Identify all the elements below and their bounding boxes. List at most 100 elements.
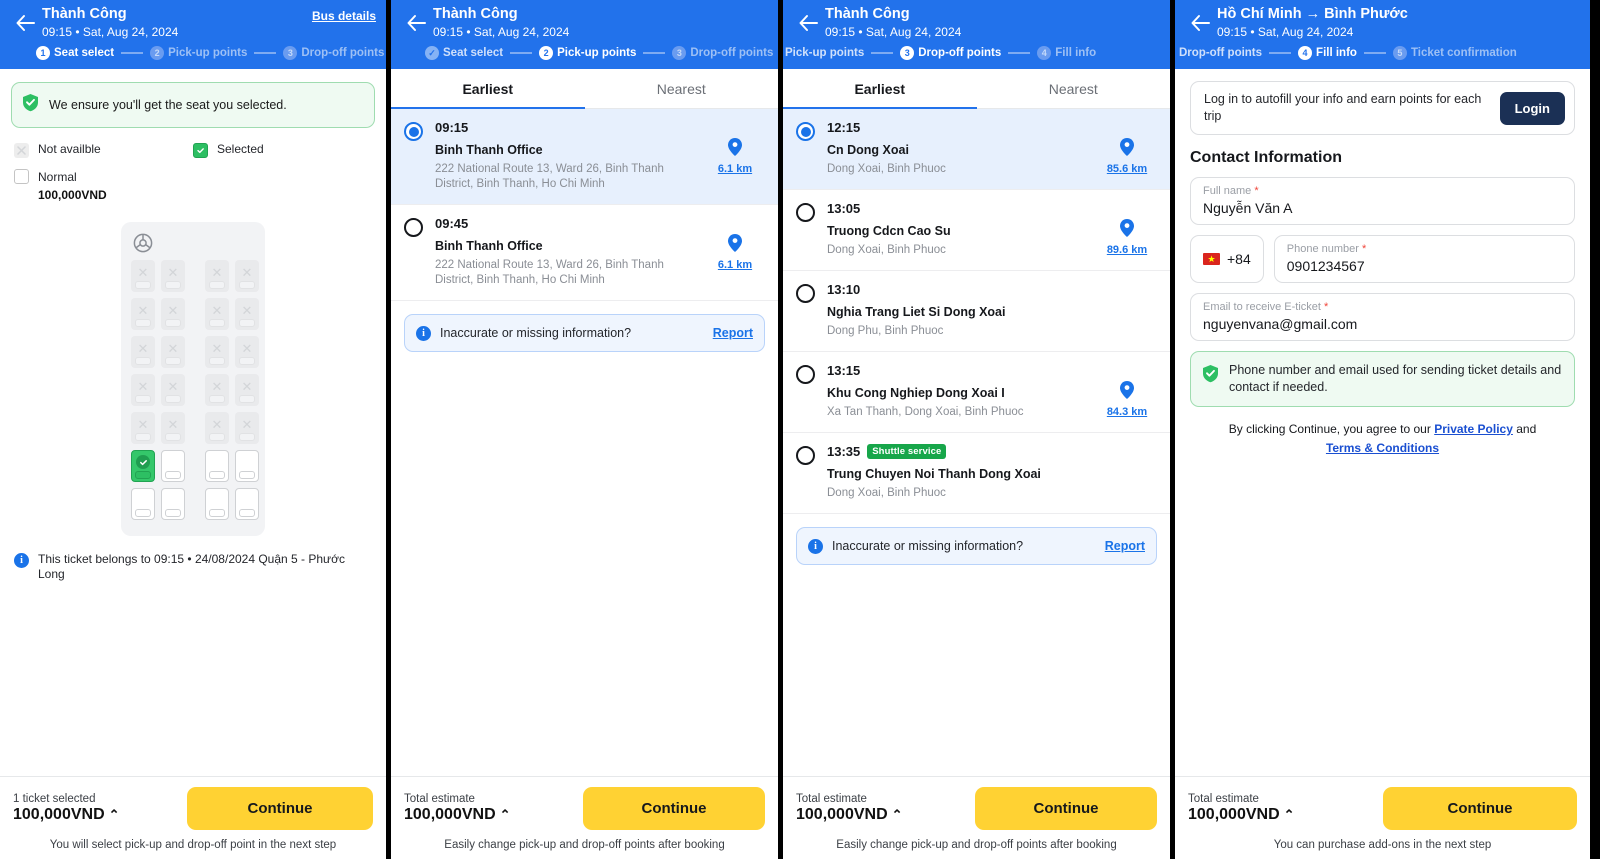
point-option[interactable]: 13:15 Khu Cong Nghiep Dong Xoai I Xa Tan T… [783, 352, 1170, 433]
point-option[interactable]: 09:45 Binh Thanh Office 222 National Route… [391, 205, 778, 301]
tab-nearest[interactable]: Nearest [977, 69, 1171, 108]
step-fill-info[interactable]: 4 Fill info [1298, 46, 1357, 60]
seat-selected[interactable] [131, 450, 155, 482]
point-option[interactable]: 13:35 Shuttle service Trung Chuyen Noi Tha… [783, 433, 1170, 514]
bus-details-link[interactable]: Bus details [312, 9, 376, 23]
info-icon: i [416, 326, 431, 341]
step-dropoff-points[interactable]: 3 Drop-off points [283, 46, 384, 60]
terms-prefix: By clicking Continue, you agree to our [1228, 422, 1435, 436]
distance-value[interactable]: 84.3 km [1107, 406, 1147, 418]
radio-selected[interactable] [796, 122, 815, 141]
seat-unavailable: ✕ [235, 260, 259, 292]
point-option[interactable]: 12:15 Cn Dong Xoai Dong Xoai, Binh Phuoc 85… [783, 109, 1170, 190]
private-policy-link[interactable]: Private Policy [1434, 422, 1513, 436]
step-dropoff-points[interactable]: ✓ Drop-off points [1175, 46, 1262, 60]
seat-available[interactable] [131, 488, 155, 520]
step-dropoff-points[interactable]: 3 Drop-off points [672, 46, 773, 60]
header-fill-info: Hồ Chí Minh → Bình Phước 09:15 • Sat, Au… [1175, 0, 1590, 69]
chevron-up-icon[interactable]: ⌃ [892, 807, 903, 823]
steering-wheel-row [131, 230, 255, 260]
back-arrow-icon[interactable] [10, 8, 40, 38]
seat-cushion [135, 471, 151, 479]
point-distance[interactable]: 85.6 km [1097, 120, 1157, 175]
report-link[interactable]: Report [713, 326, 753, 340]
point-distance[interactable]: 84.3 km [1097, 363, 1157, 418]
continue-button[interactable]: Continue [583, 787, 765, 830]
back-arrow-icon[interactable] [793, 8, 823, 38]
distance-value[interactable]: 85.6 km [1107, 163, 1147, 175]
back-arrow-icon[interactable] [401, 8, 431, 38]
step-dropoff-points[interactable]: 3 Drop-off points [900, 46, 1001, 60]
seat-available[interactable] [161, 450, 185, 482]
distance-value[interactable]: 6.1 km [718, 259, 752, 271]
step-fill-info[interactable]: 4 Fill info [1037, 46, 1096, 60]
price-summary[interactable]: Total estimate 100,000VND ⌃ [1188, 793, 1383, 824]
radio-unselected[interactable] [796, 203, 815, 222]
email-field[interactable]: Email to receive E-ticket * nguyenvana@g… [1190, 293, 1575, 341]
point-distance[interactable]: 6.1 km [705, 120, 765, 175]
step-pickup-points[interactable]: 2 Pick-up points [150, 46, 247, 60]
step-label: Pick-up points [168, 47, 248, 59]
tab-earliest[interactable]: Earliest [783, 69, 977, 109]
step-seat-select[interactable]: 1 Seat select [36, 46, 114, 60]
aisle-gap [191, 336, 205, 368]
radio-unselected[interactable] [796, 446, 815, 465]
point-address: 222 National Route 13, Ward 26, Binh Tha… [435, 259, 664, 286]
step-pickup-points[interactable]: 2 Pick-up points [539, 46, 636, 60]
trip-datetime: 09:15 • Sat, Aug 24, 2024 [433, 25, 570, 39]
chevron-up-icon[interactable]: ⌃ [500, 807, 511, 823]
seat-available[interactable] [205, 450, 229, 482]
terms-conditions-link[interactable]: Terms & Conditions [1326, 441, 1439, 455]
step-label: Drop-off points [918, 47, 1002, 59]
point-distance[interactable] [1097, 444, 1157, 462]
continue-button[interactable]: Continue [187, 787, 373, 830]
seat-available[interactable] [205, 488, 229, 520]
chevron-up-icon[interactable]: ⌃ [109, 807, 120, 823]
contact-information-title: Contact Information [1190, 149, 1342, 166]
map-pin-icon [1120, 138, 1134, 161]
point-distance[interactable]: 89.6 km [1097, 201, 1157, 256]
seat-cushion [239, 509, 255, 517]
report-link[interactable]: Report [1105, 539, 1145, 553]
chevron-up-icon[interactable]: ⌃ [1284, 807, 1295, 823]
distance-value[interactable]: 6.1 km [718, 163, 752, 175]
point-option[interactable]: 13:10 Nghia Trang Liet Si Dong Xoai Dong P… [783, 271, 1170, 352]
distance-value[interactable]: 89.6 km [1107, 244, 1147, 256]
tab-nearest[interactable]: Nearest [585, 69, 779, 108]
point-details: 09:45 Binh Thanh Office 222 National Route… [435, 216, 705, 288]
info-icon: i [808, 539, 823, 554]
radio-selected[interactable] [404, 122, 423, 141]
country-code-selector[interactable]: ★ +84 [1190, 235, 1264, 283]
continue-button[interactable]: Continue [975, 787, 1157, 830]
report-text: Inaccurate or missing information? [440, 326, 632, 340]
price-summary[interactable]: Total estimate 100,000VND ⌃ [796, 793, 975, 824]
seat-available[interactable] [235, 450, 259, 482]
point-distance[interactable]: 6.1 km [705, 216, 765, 271]
total-price-value: 100,000VND [796, 806, 888, 823]
phone-number-field[interactable]: Phone number * 0901234567 [1273, 235, 1575, 283]
point-option[interactable]: 13:05 Truong Cdcn Cao Su Dong Xoai, Binh P… [783, 190, 1170, 271]
seat-available[interactable] [161, 488, 185, 520]
radio-unselected[interactable] [404, 218, 423, 237]
step-seat-select[interactable]: ✓ Seat select [425, 46, 503, 60]
point-time: 13:35 [827, 444, 861, 459]
point-option[interactable]: 09:15 Binh Thanh Office 222 National Route… [391, 109, 778, 205]
continue-button[interactable]: Continue [1383, 787, 1577, 830]
step-ticket-confirmation[interactable]: 5 Ticket confirmation [1392, 46, 1517, 60]
tab-earliest[interactable]: Earliest [391, 69, 585, 109]
aisle-gap [191, 450, 205, 482]
seat-available[interactable] [235, 488, 259, 520]
seat-cushion [165, 357, 181, 365]
back-arrow-icon[interactable] [1185, 8, 1215, 38]
step-pickup-points[interactable]: ✓ Pick-up points [783, 46, 864, 60]
full-name-field[interactable]: Full name * Nguyễn Văn A [1190, 177, 1575, 225]
price-summary[interactable]: 1 ticket selected 100,000VND ⌃ [13, 793, 187, 824]
login-button[interactable]: Login [1499, 91, 1565, 125]
step-number: 1 [36, 46, 50, 60]
seat-cushion [239, 471, 255, 479]
radio-unselected[interactable] [796, 284, 815, 303]
seat-x-icon: ✕ [167, 379, 179, 394]
radio-unselected[interactable] [796, 365, 815, 384]
price-summary[interactable]: Total estimate 100,000VND ⌃ [404, 793, 583, 824]
point-distance[interactable] [1097, 282, 1157, 300]
